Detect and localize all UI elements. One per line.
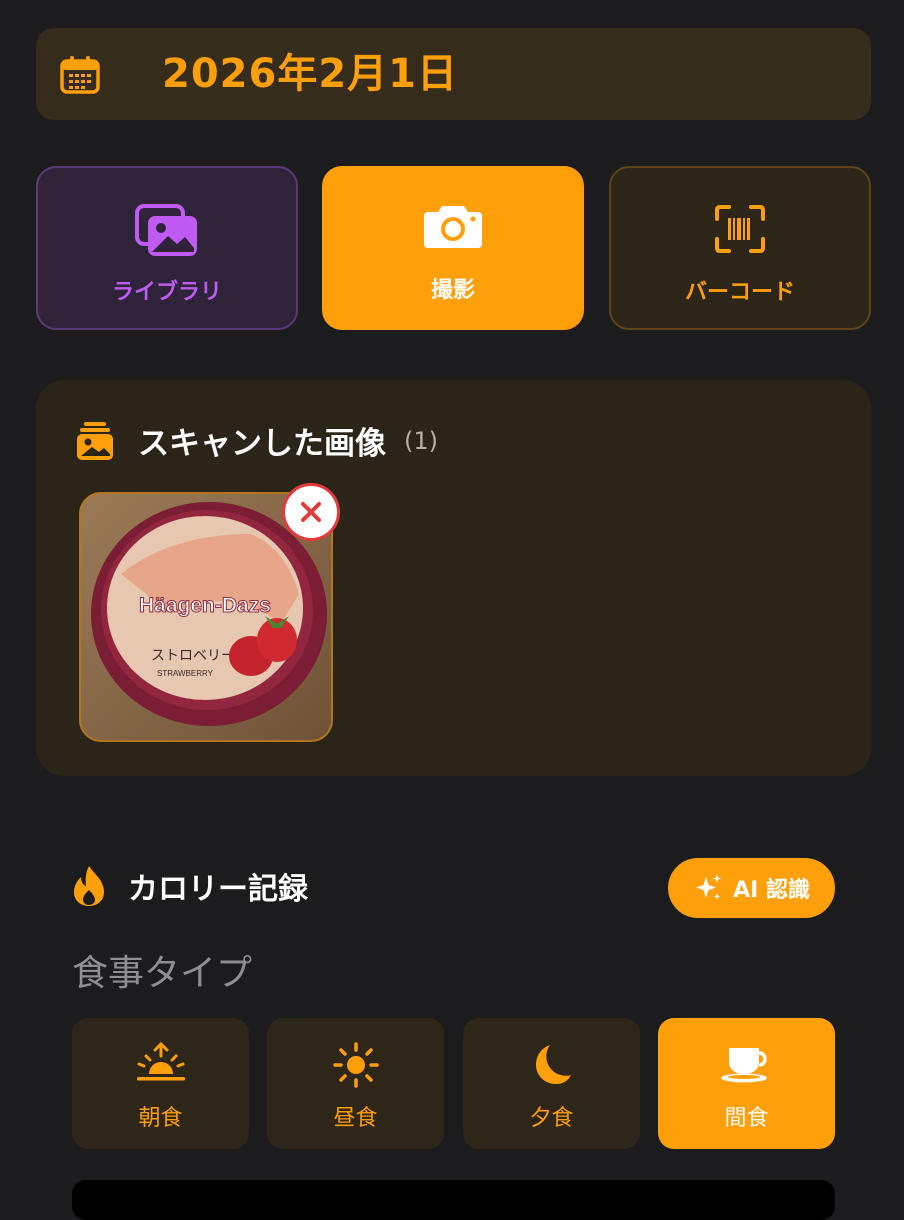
camera-icon [424,206,482,248]
camera-label: 撮影 [430,278,475,303]
close-icon [301,502,321,522]
date-selector[interactable]: 2026年2月1日 [36,28,871,120]
meal-option-label: 昼食 [333,1106,378,1131]
barcode-scan-icon [715,205,765,253]
photo-library-icon [135,204,197,256]
meal-type-title: 食事タイプ [72,953,253,994]
date-label: 2026年2月1日 [162,51,458,97]
camera-button[interactable]: 撮影 [322,166,584,330]
sunrise-icon [136,1042,185,1081]
brand-text: Häagen-Dazs [139,594,271,617]
flavor-en-text: STRAWBERRY [157,669,214,678]
scanned-images-title: スキャンした画像 [138,426,386,462]
barcode-button[interactable]: バーコード [609,166,871,330]
calorie-record-header: カロリー記録 [72,864,308,908]
sparkles-icon [696,874,722,900]
flame-icon [74,866,104,906]
meal-option-lunch[interactable]: 昼食 [267,1018,444,1149]
meal-option-label: 間食 [724,1106,769,1131]
moon-icon [535,1045,571,1084]
ai-recognize-button[interactable]: AI 認識 [668,858,835,918]
scanned-images-count: (1) [404,426,438,455]
calendar-icon [60,56,100,94]
library-button[interactable]: ライブラリ [36,166,298,330]
stacked-photos-icon [77,421,113,460]
meal-option-snack[interactable]: 間食 [658,1018,835,1149]
cup-icon [720,1048,767,1083]
meal-option-label: 朝食 [138,1106,183,1131]
next-section-card [72,1180,835,1220]
sun-icon [332,1042,379,1088]
calorie-record-title: カロリー記録 [128,872,308,907]
meal-option-breakfast[interactable]: 朝食 [72,1018,249,1149]
flavor-jp-text: ストロベリー [151,648,235,664]
scanned-images-card: スキャンした画像 (1) Häagen-Dazs ストロベリー STRAWBER… [36,380,871,776]
library-label: ライブラリ [111,280,222,305]
scanned-images-header: スキャンした画像 (1) [76,418,438,463]
meal-option-dinner[interactable]: 夕食 [463,1018,640,1149]
remove-image-button[interactable] [282,483,340,541]
meal-option-label: 夕食 [529,1106,574,1131]
barcode-label: バーコード [684,280,795,305]
ai-recognize-label: AI 認識 [733,878,810,903]
